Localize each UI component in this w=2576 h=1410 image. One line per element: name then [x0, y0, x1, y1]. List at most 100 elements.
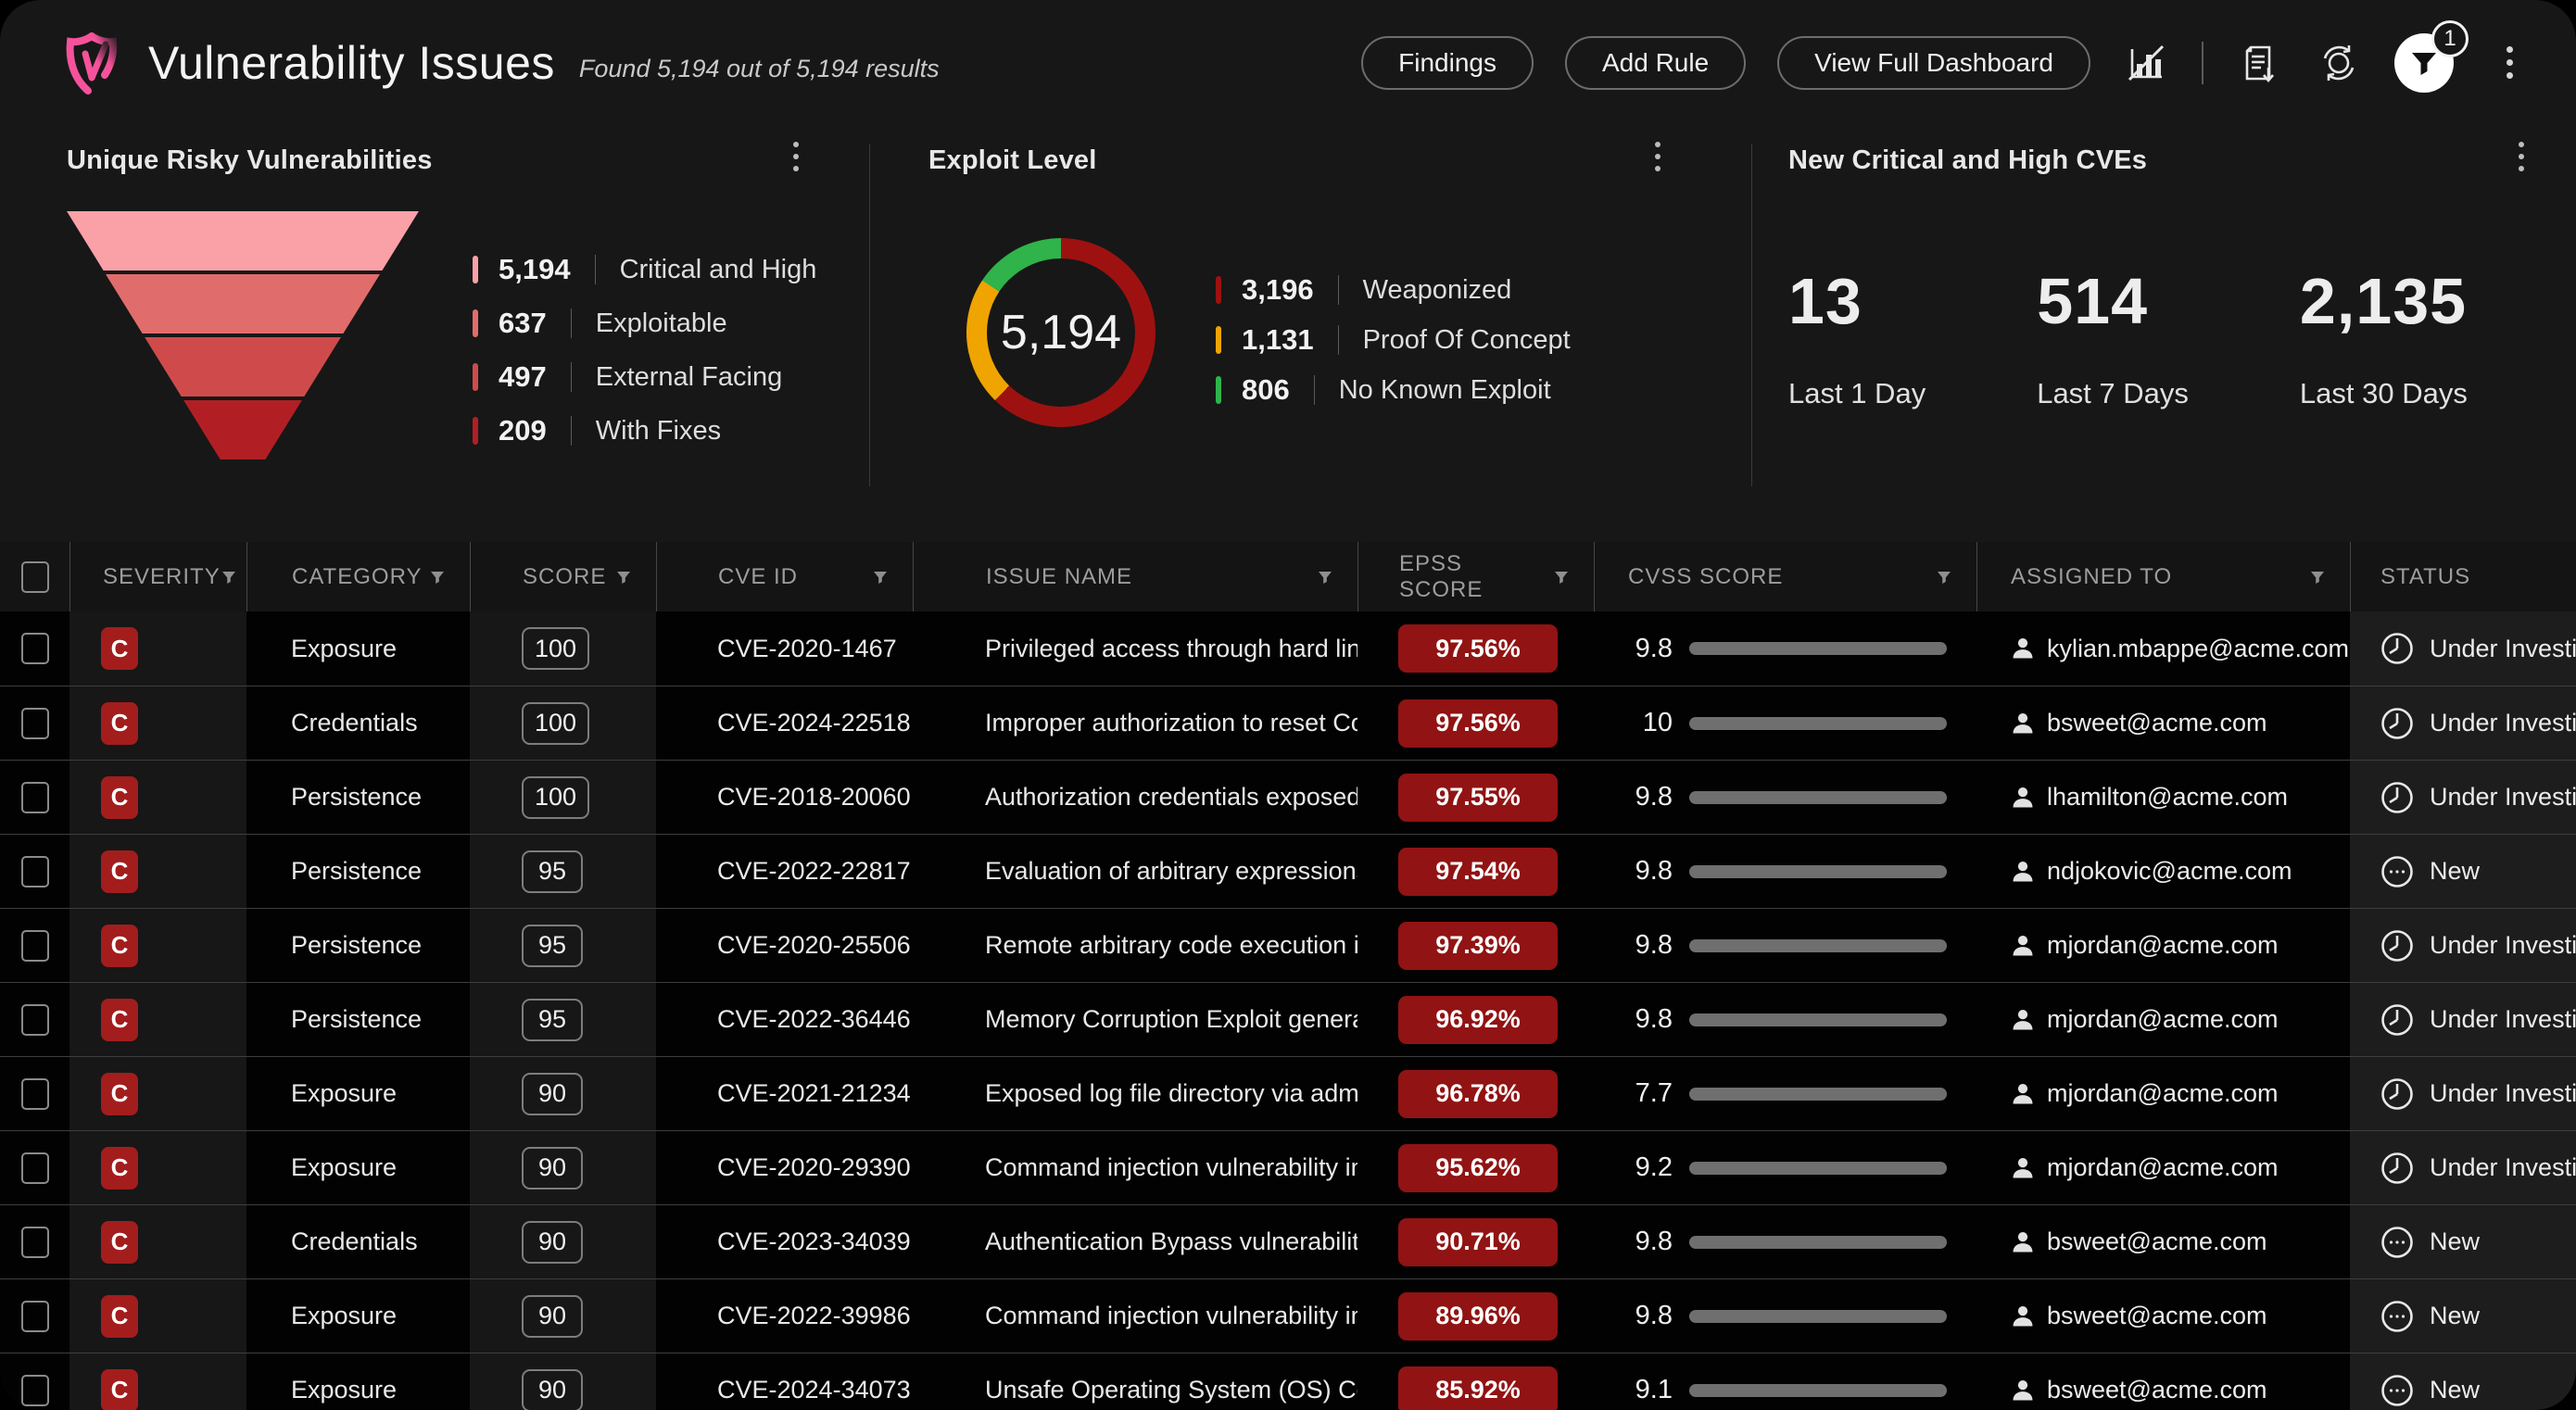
cve-id-cell[interactable]: CVE-2024-22518 — [656, 686, 913, 760]
issue-name-cell[interactable]: Authentication Bypass vulnerability d... — [913, 1205, 1357, 1278]
table-row[interactable]: C Exposure 90 CVE-2020-29390 Command inj… — [0, 1130, 2576, 1204]
top-bar: Vulnerability Issues Found 5,194 out of … — [0, 0, 2576, 125]
epss-score-badge: 97.56% — [1398, 624, 1558, 673]
cve-id-cell[interactable]: CVE-2022-39986 — [656, 1279, 913, 1353]
vulnerability-table: C Exposure 100 CVE-2020-1467 Privileged … — [0, 611, 2576, 1410]
table-row[interactable]: C Persistence 95 CVE-2020-25506 Remote a… — [0, 908, 2576, 982]
issue-name-cell[interactable]: Privileged access through hard links — [913, 611, 1357, 686]
person-icon — [2010, 1303, 2036, 1329]
column-header-cve-id[interactable]: CVE ID — [656, 542, 913, 611]
add-rule-button[interactable]: Add Rule — [1565, 36, 1746, 90]
issue-name-cell[interactable]: Memory Corruption Exploit generated — [913, 983, 1357, 1056]
assigned-email[interactable]: mjordan@acme.com — [2047, 1005, 2279, 1034]
row-checkbox[interactable] — [21, 1152, 49, 1184]
row-checkbox[interactable] — [21, 782, 49, 813]
category-cell: Persistence — [246, 983, 470, 1056]
column-header-issue-name[interactable]: ISSUE NAME — [913, 542, 1357, 611]
results-count: Found 5,194 out of 5,194 results — [579, 42, 940, 83]
assigned-email[interactable]: ndjokovic@acme.com — [2047, 857, 2292, 886]
status-text: New — [2430, 1302, 2480, 1330]
assigned-email[interactable]: bsweet@acme.com — [2047, 1376, 2267, 1404]
row-checkbox[interactable] — [21, 1375, 49, 1406]
table-row[interactable]: C Persistence 100 CVE-2018-20060 Authori… — [0, 760, 2576, 834]
panel-divider — [869, 144, 870, 486]
filter-icon[interactable] — [615, 569, 632, 585]
column-header-score[interactable]: SCORE — [470, 542, 656, 611]
assigned-email[interactable]: mjordan@acme.com — [2047, 931, 2279, 960]
row-checkbox[interactable] — [21, 1301, 49, 1332]
filter-icon[interactable] — [429, 569, 446, 585]
select-all-checkbox[interactable] — [21, 561, 49, 593]
row-checkbox[interactable] — [21, 1004, 49, 1036]
cves-panel-menu-icon[interactable] — [2519, 142, 2524, 171]
table-row[interactable]: C Exposure 90 CVE-2022-39986 Command inj… — [0, 1278, 2576, 1353]
cvss-score-bar — [1689, 1310, 1947, 1323]
table-row[interactable]: C Exposure 90 CVE-2024-34073 Unsafe Oper… — [0, 1353, 2576, 1410]
issue-name-cell[interactable]: Improper authorization to reset Confl... — [913, 686, 1357, 760]
table-row[interactable]: C Credentials 90 CVE-2023-34039 Authenti… — [0, 1204, 2576, 1278]
column-header-cvss-score[interactable]: CVSS SCORE — [1594, 542, 1976, 611]
funnel-panel-menu-icon[interactable] — [793, 142, 799, 171]
filter-icon[interactable] — [1317, 569, 1333, 585]
cve-id-cell[interactable]: CVE-2021-21234 — [656, 1057, 913, 1130]
more-options-icon[interactable] — [2485, 39, 2533, 87]
column-header-assigned-to[interactable]: ASSIGNED TO — [1976, 542, 2350, 611]
cve-id-cell[interactable]: CVE-2020-29390 — [656, 1131, 913, 1204]
issue-name-cell[interactable]: Authorization credentials exposed to... — [913, 761, 1357, 834]
issue-name-cell[interactable]: Command injection vulnerability in Z... — [913, 1131, 1357, 1204]
panel-divider — [1751, 144, 1752, 486]
filter-icon[interactable] — [1553, 569, 1570, 585]
hide-charts-icon[interactable] — [2122, 39, 2170, 87]
row-checkbox[interactable] — [21, 1078, 49, 1110]
row-checkbox[interactable] — [21, 633, 49, 664]
assigned-email[interactable]: bsweet@acme.com — [2047, 1227, 2267, 1256]
score-box: 100 — [522, 627, 589, 670]
filter-icon[interactable] — [1936, 569, 1952, 585]
issue-name-cell[interactable]: Evaluation of arbitrary expressions in..… — [913, 835, 1357, 908]
active-filters-button[interactable]: 1 — [2394, 33, 2454, 93]
cve-id-cell[interactable]: CVE-2024-34073 — [656, 1353, 913, 1410]
legend-separator — [595, 255, 596, 284]
cve-id-cell[interactable]: CVE-2022-22817 — [656, 835, 913, 908]
under-investigation-icon — [2380, 1002, 2415, 1038]
filter-icon[interactable] — [2309, 569, 2326, 585]
row-checkbox[interactable] — [21, 708, 49, 739]
filter-icon[interactable] — [221, 569, 237, 585]
row-checkbox[interactable] — [21, 930, 49, 962]
findings-button[interactable]: Findings — [1361, 36, 1534, 90]
assigned-email[interactable]: mjordan@acme.com — [2047, 1153, 2279, 1182]
cve-id-cell[interactable]: CVE-2022-36446 — [656, 983, 913, 1056]
issue-name-cell[interactable]: Command injection vulnerability in R... — [913, 1279, 1357, 1353]
table-row[interactable]: C Credentials 100 CVE-2024-22518 Imprope… — [0, 686, 2576, 760]
assigned-email[interactable]: mjordan@acme.com — [2047, 1079, 2279, 1108]
table-row[interactable]: C Exposure 90 CVE-2021-21234 Exposed log… — [0, 1056, 2576, 1130]
assigned-email[interactable]: kylian.mbappe@acme.com — [2047, 635, 2349, 663]
category-cell: Exposure — [246, 1131, 470, 1204]
assigned-email[interactable]: bsweet@acme.com — [2047, 709, 2267, 737]
column-header-severity[interactable]: SEVERITY — [69, 542, 246, 611]
issue-name-cell[interactable]: Unsafe Operating System (OS) Com... — [913, 1353, 1357, 1410]
column-header-category[interactable]: CATEGORY — [246, 542, 470, 611]
row-checkbox[interactable] — [21, 1227, 49, 1258]
column-header-epss-score[interactable]: EPSS SCORE — [1357, 542, 1594, 611]
filter-icon[interactable] — [872, 569, 889, 585]
export-report-icon[interactable] — [2235, 39, 2283, 87]
person-icon — [2010, 1007, 2036, 1033]
assigned-email[interactable]: lhamilton@acme.com — [2047, 783, 2288, 812]
row-checkbox[interactable] — [21, 856, 49, 888]
issue-name-cell[interactable]: Remote arbitrary code execution in... — [913, 909, 1357, 982]
issue-name-cell[interactable]: Exposed log file directory via admin e..… — [913, 1057, 1357, 1130]
person-icon — [2010, 1229, 2036, 1255]
refresh-sync-icon[interactable] — [2315, 39, 2363, 87]
view-full-dashboard-button[interactable]: View Full Dashboard — [1777, 36, 2090, 90]
table-row[interactable]: C Exposure 100 CVE-2020-1467 Privileged … — [0, 611, 2576, 686]
cve-id-cell[interactable]: CVE-2018-20060 — [656, 761, 913, 834]
column-header-status[interactable]: STATUS — [2350, 542, 2576, 611]
cve-id-cell[interactable]: CVE-2023-34039 — [656, 1205, 913, 1278]
table-row[interactable]: C Persistence 95 CVE-2022-22817 Evaluati… — [0, 834, 2576, 908]
donut-panel-menu-icon[interactable] — [1655, 142, 1661, 171]
table-row[interactable]: C Persistence 95 CVE-2022-36446 Memory C… — [0, 982, 2576, 1056]
cve-id-cell[interactable]: CVE-2020-25506 — [656, 909, 913, 982]
assigned-email[interactable]: bsweet@acme.com — [2047, 1302, 2267, 1330]
cve-id-cell[interactable]: CVE-2020-1467 — [656, 611, 913, 686]
